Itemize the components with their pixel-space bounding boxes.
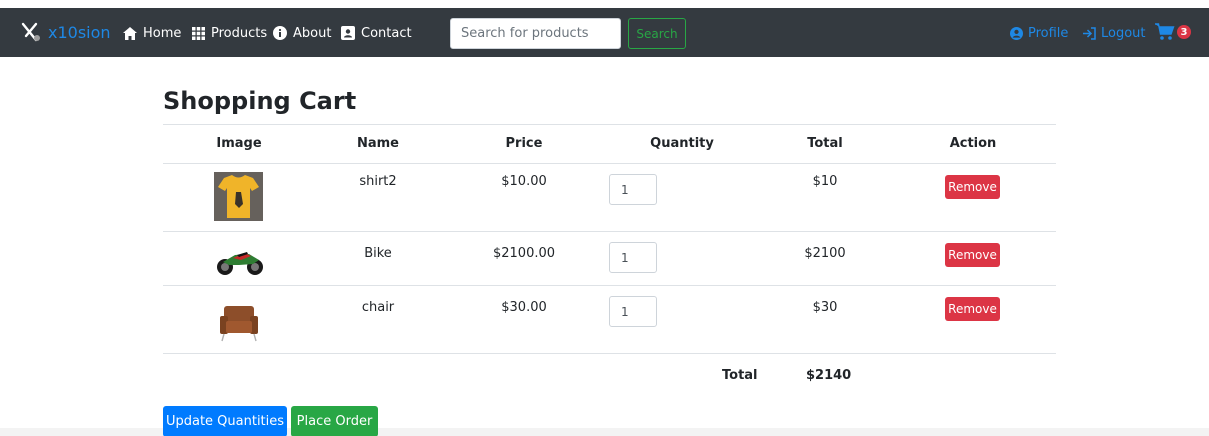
quantity-input[interactable] <box>609 296 657 327</box>
item-name: Bike <box>364 246 392 261</box>
remove-button[interactable]: Remove <box>945 243 1000 267</box>
tshirt-image <box>214 172 263 221</box>
chair-image <box>220 306 258 342</box>
remove-button[interactable]: Remove <box>945 175 1000 199</box>
nav-home-label: Home <box>143 25 182 41</box>
home-icon <box>123 26 137 40</box>
remove-button[interactable]: Remove <box>945 297 1000 321</box>
item-price: $30.00 <box>501 300 547 315</box>
brand-name: x10sion <box>48 22 111 42</box>
item-price: $2100.00 <box>492 246 556 261</box>
grid-icon <box>192 26 205 40</box>
shopping-cart-icon[interactable] <box>1155 23 1175 41</box>
cart-total-value: $2140 <box>806 368 852 383</box>
info-icon <box>273 26 287 40</box>
brand-logo-icon <box>21 22 40 42</box>
search-input[interactable] <box>450 18 621 49</box>
nav-about[interactable]: About <box>273 23 331 43</box>
col-header-action: Action <box>949 136 997 151</box>
brand[interactable]: x10sion <box>20 19 111 45</box>
col-header-price: Price <box>505 136 543 151</box>
col-header-quantity: Quantity <box>650 136 714 151</box>
nav-contact-label: Contact <box>361 25 412 41</box>
cart-total-label: Total <box>722 368 758 383</box>
row-divider <box>163 353 1056 354</box>
navbar: x10sion Home Products About Contact Sear… <box>0 8 1209 57</box>
col-header-name: Name <box>356 136 399 151</box>
nav-products-label: Products <box>211 25 268 41</box>
row-divider <box>163 231 1056 232</box>
nav-profile[interactable]: Profile <box>1010 23 1068 43</box>
nav-contact[interactable]: Contact <box>341 23 412 43</box>
table-header-divider <box>163 163 1056 164</box>
update-quantities-button[interactable]: Update Quantities <box>163 406 287 436</box>
page-title: Shopping Cart <box>163 87 357 115</box>
nav-products[interactable]: Products <box>192 23 267 43</box>
logout-icon <box>1083 26 1096 40</box>
item-name: chair <box>361 300 395 315</box>
row-divider <box>163 285 1056 286</box>
nav-logout[interactable]: Logout <box>1082 23 1146 43</box>
item-name: shirt2 <box>359 174 397 189</box>
item-total: $30 <box>812 300 838 315</box>
nav-logout-label: Logout <box>1101 25 1146 41</box>
quantity-input[interactable] <box>609 174 657 205</box>
nav-about-label: About <box>293 25 332 41</box>
search-button[interactable]: Search <box>628 18 686 49</box>
table-top-divider <box>163 124 1056 125</box>
item-price: $10.00 <box>501 174 547 189</box>
nav-profile-label: Profile <box>1028 25 1069 41</box>
col-header-image: Image <box>216 136 262 151</box>
item-total: $10 <box>812 174 838 189</box>
quantity-input[interactable] <box>609 242 657 273</box>
col-header-total: Total <box>807 136 843 151</box>
contact-card-icon <box>341 26 355 40</box>
motorbike-image <box>217 252 263 275</box>
user-circle-icon <box>1010 26 1023 40</box>
item-total: $2100 <box>804 246 846 261</box>
nav-home[interactable]: Home <box>123 23 181 43</box>
place-order-button[interactable]: Place Order <box>291 406 378 436</box>
cart-count-badge: 3 <box>1177 25 1191 39</box>
